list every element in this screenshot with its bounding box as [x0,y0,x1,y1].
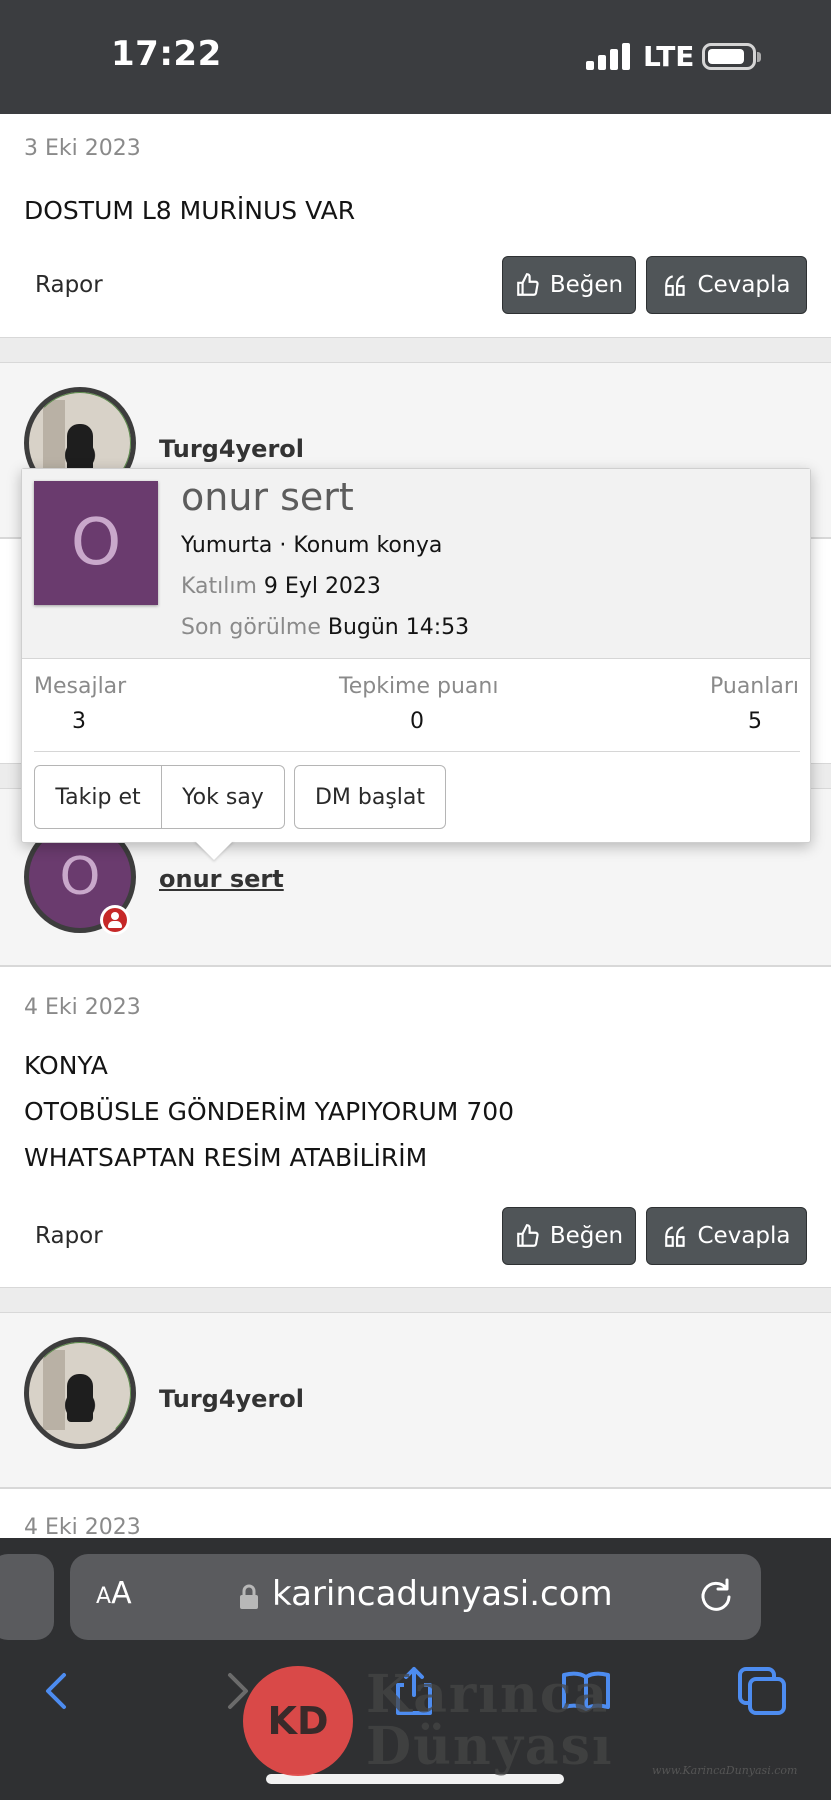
tabs-icon[interactable] [734,1663,790,1719]
follow-button[interactable]: Takip et [34,765,162,829]
address-bar[interactable]: AA karincadunyasi.com [70,1554,761,1640]
lock-icon [240,1584,258,1609]
post-author-block: Turg4yerol [0,1312,831,1488]
like-label: Beğen [549,272,624,298]
report-link[interactable]: Rapor [35,1223,103,1249]
member-avatar[interactable]: O [34,481,158,605]
reply-button[interactable]: Cevapla [646,256,807,314]
avatar[interactable] [24,1337,136,1449]
url-text[interactable]: karincadunyasi.com [272,1574,613,1614]
post-card: 4 Eki 2023 KONYA OTOBÜSLE GÖNDERİM YAPIY… [0,966,831,1288]
username[interactable]: onur sert [159,865,284,893]
stat-value-reactions: 0 [410,709,424,734]
post-date: 4 Eki 2023 [24,1515,141,1540]
watermark-text-line2: Dünyası [366,1716,614,1777]
post-body: DOSTUM L8 MURİNUS VAR [24,188,355,234]
reply-label: Cevapla [697,1223,791,1249]
like-button[interactable]: Beğen [502,1207,636,1265]
reply-button[interactable]: Cevapla [646,1207,807,1265]
joined-value: 9 Eyl 2023 [263,574,381,599]
like-label: Beğen [549,1223,624,1249]
status-time: 17:22 [111,34,222,74]
post-line: WHATSAPTAN RESİM ATABİLİRİM [24,1143,428,1172]
thumbs-up-icon [517,273,539,296]
reply-label: Cevapla [697,272,791,298]
back-icon[interactable] [30,1663,86,1719]
post-line: OTOBÜSLE GÖNDERİM YAPIYORUM 700 [24,1097,515,1126]
ignore-button[interactable]: Yok say [161,765,285,829]
last-seen-label: Son görülme [181,615,321,640]
post-card: 3 Eki 2023 DOSTUM L8 MURİNUS VAR Rapor B… [0,114,831,338]
joined-label: Katılım [181,574,257,599]
post-date: 4 Eki 2023 [24,995,141,1020]
thumbs-up-icon [517,1224,539,1247]
user-icon [103,908,127,932]
quote-icon [664,275,685,296]
member-name[interactable]: onur sert [181,475,354,519]
post-body: KONYA OTOBÜSLE GÖNDERİM YAPIYORUM 700 WH… [24,1043,514,1181]
watermark-url: www.KarincaDunyasi.com [652,1764,798,1777]
reader-settings-button[interactable]: AA [96,1576,132,1611]
quote-icon [664,1226,685,1247]
signal-icon [586,43,630,70]
divider [34,751,800,752]
watermark-logo: KD [243,1666,353,1776]
network-type: LTE [643,40,695,73]
post-line: DOSTUM L8 MURİNUS VAR [24,196,356,225]
last-seen-value: Bugün 14:53 [327,615,470,640]
like-button[interactable]: Beğen [502,256,636,314]
member-title: Yumurta · Konum konya [181,533,443,558]
user-status-badge [100,905,130,935]
member-joined: Katılım 9 Eyl 2023 [181,574,381,599]
username[interactable]: Turg4yerol [159,435,304,463]
reload-icon[interactable] [696,1576,736,1616]
username[interactable]: Turg4yerol [159,1385,304,1413]
member-tooltip-card: O onur sert Yumurta · Konum konya Katılı… [21,468,811,843]
post-date: 3 Eki 2023 [24,136,141,161]
stat-value-points: 5 [748,709,762,734]
stat-label-messages: Mesajlar [34,674,127,699]
stat-label-points: Puanları [710,674,799,699]
member-card-header: O onur sert Yumurta · Konum konya Katılı… [22,469,810,659]
report-link[interactable]: Rapor [35,272,103,298]
start-dm-button[interactable]: DM başlat [294,765,446,829]
post-line: KONYA [24,1051,108,1080]
battery-icon [702,43,761,70]
tooltip-arrow [194,840,234,860]
previous-tab[interactable] [0,1554,54,1640]
member-last-seen: Son görülme Bugün 14:53 [181,615,469,640]
status-bar: 17:22 LTE [0,0,831,114]
stat-label-reactions: Tepkime puanı [339,674,499,699]
stat-value-messages: 3 [72,709,86,734]
